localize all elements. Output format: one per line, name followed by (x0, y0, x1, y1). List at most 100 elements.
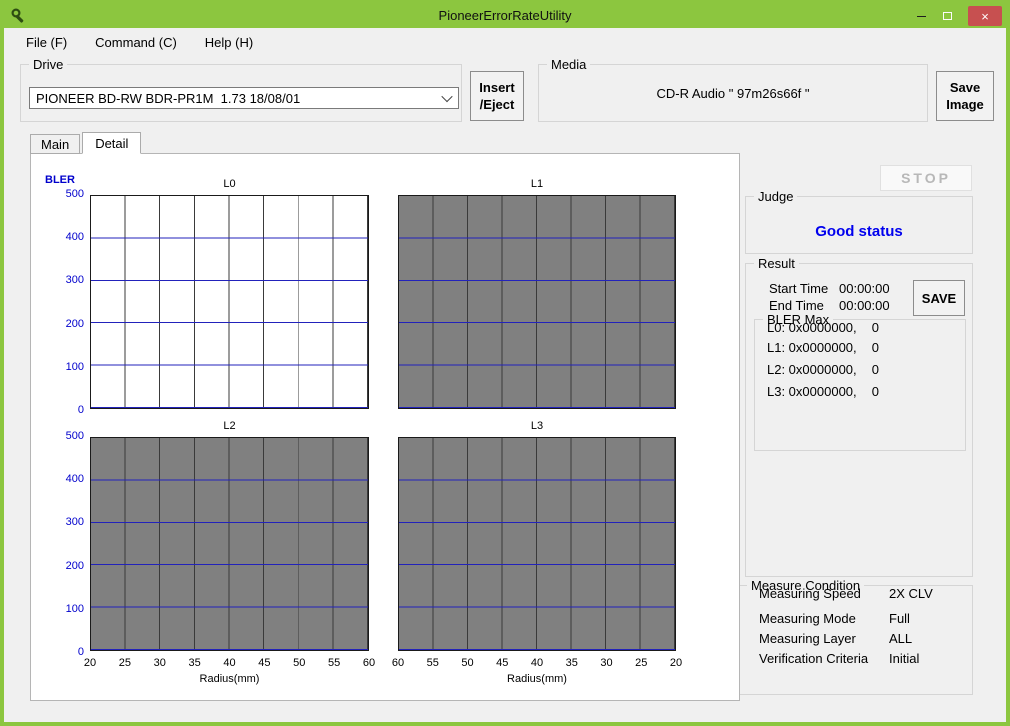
bler-max-l1-value: 0 (872, 340, 879, 355)
y-axis-title: BLER (45, 174, 75, 186)
x-tick: 45 (255, 657, 273, 669)
bler-max-row-l0: L0: 0x0000000, 0 (767, 320, 879, 335)
drive-combobox[interactable]: PIONEER BD-RW BDR-PR1M 1.73 18/08/01 (29, 87, 459, 109)
y-tick: 300 (52, 516, 84, 528)
titlebar[interactable]: PioneerErrorRateUtility × (4, 4, 1006, 28)
measuring-layer-row: Measuring Layer ALL (759, 631, 964, 646)
start-time-label: Start Time (769, 281, 828, 296)
menubar: File (F) Command (C) Help (H) (4, 28, 1006, 56)
x-axis-l3: 60 55 50 45 40 35 30 25 20 (389, 657, 685, 669)
drive-group: Drive PIONEER BD-RW BDR-PR1M 1.73 18/08/… (20, 64, 462, 122)
x-tick: 55 (424, 657, 442, 669)
bler-max-l2-label: L2: 0x0000000, (767, 362, 857, 377)
media-group-label: Media (547, 57, 590, 72)
minimize-icon (917, 16, 926, 17)
menu-file[interactable]: File (F) (22, 33, 71, 52)
stop-button[interactable]: STOP (880, 165, 972, 191)
measuring-layer-label: Measuring Layer (759, 631, 856, 646)
chart-l3 (398, 437, 676, 651)
y-tick: 200 (52, 318, 84, 330)
result-group-label: Result (754, 256, 799, 271)
measuring-mode-label: Measuring Mode (759, 611, 856, 626)
insert-eject-line2: /Eject (480, 96, 515, 113)
measuring-speed-value: 2X CLV (889, 586, 933, 601)
chart-title-l3: L3 (398, 420, 676, 432)
bler-max-l3-label: L3: 0x0000000, (767, 384, 857, 399)
x-axis-label-l2: Radius(mm) (90, 673, 369, 685)
x-tick: 25 (116, 657, 134, 669)
x-tick: 45 (493, 657, 511, 669)
x-axis-l2: 20 25 30 35 40 45 50 55 60 (81, 657, 378, 669)
y-axis-top-row: 500 400 300 200 100 0 (52, 188, 84, 416)
result-group: Result Start Time 00:00:00 End Time 00:0… (745, 263, 973, 577)
measuring-mode-value: Full (889, 611, 910, 626)
window-title: PioneerErrorRateUtility (4, 8, 1006, 23)
tab-bar: Main Detail (30, 132, 143, 154)
bler-max-l1-label: L1: 0x0000000, (767, 340, 857, 355)
insert-eject-line1: Insert (479, 79, 514, 96)
verification-criteria-row: Verification Criteria Initial (759, 651, 964, 666)
verification-criteria-label: Verification Criteria (759, 651, 868, 666)
end-time-value: 00:00:00 (839, 298, 890, 313)
bler-max-l0-value: 0 (872, 320, 879, 335)
y-tick: 0 (52, 646, 84, 658)
x-tick: 40 (221, 657, 239, 669)
x-tick: 60 (389, 657, 407, 669)
tab-detail[interactable]: Detail (82, 132, 141, 154)
verification-criteria-value: Initial (889, 651, 919, 666)
chart-title-l0: L0 (90, 178, 369, 190)
x-tick: 50 (290, 657, 308, 669)
y-tick: 100 (52, 361, 84, 373)
menu-command[interactable]: Command (C) (91, 33, 181, 52)
x-tick: 35 (563, 657, 581, 669)
minimize-button[interactable] (908, 6, 934, 26)
maximize-button[interactable] (934, 6, 960, 26)
tab-main[interactable]: Main (30, 134, 80, 154)
close-icon: × (981, 9, 989, 24)
save-image-button[interactable]: Save Image (936, 71, 994, 121)
bler-max-l2-value: 0 (872, 362, 879, 377)
chart-title-l1: L1 (398, 178, 676, 190)
insert-eject-button[interactable]: Insert /Eject (470, 71, 524, 121)
x-tick: 30 (598, 657, 616, 669)
bler-max-group: BLER Max L0: 0x0000000, 0 L1: 0x0000000,… (754, 319, 966, 451)
media-group: Media CD-R Audio " 97m26s66f " (538, 64, 928, 122)
save-image-line2: Image (946, 96, 984, 113)
stop-button-label: STOP (901, 170, 951, 186)
y-tick: 400 (52, 231, 84, 243)
bler-max-row-l2: L2: 0x0000000, 0 (767, 362, 879, 377)
measuring-speed-row: Measuring Speed 2X CLV (759, 586, 964, 601)
bler-max-row-l3: L3: 0x0000000, 0 (767, 384, 879, 399)
drive-combobox-value: PIONEER BD-RW BDR-PR1M 1.73 18/08/01 (30, 91, 436, 106)
app-window: PioneerErrorRateUtility × File (F) Comma… (0, 0, 1010, 726)
bler-max-row-l1: L1: 0x0000000, 0 (767, 340, 879, 355)
y-tick: 200 (52, 560, 84, 572)
x-tick: 40 (528, 657, 546, 669)
start-time-value: 00:00:00 (839, 281, 890, 296)
maximize-icon (943, 12, 952, 20)
x-tick: 30 (151, 657, 169, 669)
y-tick: 300 (52, 274, 84, 286)
x-axis-label-l3: Radius(mm) (398, 673, 676, 685)
y-tick: 500 (52, 188, 84, 200)
chart-l0 (90, 195, 369, 409)
save-button[interactable]: SAVE (913, 280, 965, 316)
menu-help[interactable]: Help (H) (201, 33, 257, 52)
end-time-label: End Time (769, 298, 824, 313)
y-tick: 100 (52, 603, 84, 615)
x-tick: 50 (459, 657, 477, 669)
y-axis-bottom-row: 500 400 300 200 100 0 (52, 430, 84, 658)
window-controls: × (908, 6, 1002, 26)
x-tick: 20 (667, 657, 685, 669)
save-button-label: SAVE (922, 291, 956, 306)
close-button[interactable]: × (968, 6, 1002, 26)
save-image-line1: Save (950, 79, 980, 96)
judge-group: Judge Good status (745, 196, 973, 254)
media-value: CD-R Audio " 97m26s66f " (656, 86, 809, 101)
measuring-mode-row: Measuring Mode Full (759, 611, 964, 626)
y-tick: 400 (52, 473, 84, 485)
measure-condition-group: Measure Condition Measuring Speed 2X CLV… (738, 585, 973, 695)
chart-title-l2: L2 (90, 420, 369, 432)
x-tick: 55 (325, 657, 343, 669)
chart-l2 (90, 437, 369, 651)
